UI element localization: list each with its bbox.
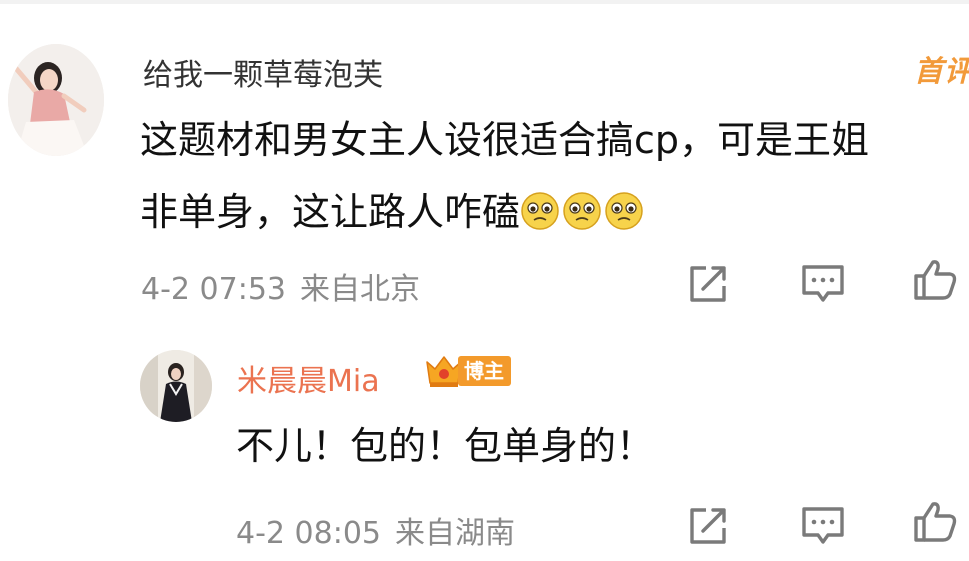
avatar[interactable] xyxy=(8,44,104,156)
blogger-badge-label: 博主 xyxy=(458,356,511,386)
comment-username[interactable]: 给我一颗草莓泡芙 xyxy=(143,50,383,94)
pleading-face-icon xyxy=(563,192,601,230)
pleading-face-icon xyxy=(605,192,643,230)
blogger-badge: 博主 xyxy=(424,352,511,390)
comment-text-line: 非单身，这让路人咋磕 xyxy=(140,176,969,248)
comment-icon[interactable] xyxy=(800,504,846,548)
share-icon[interactable] xyxy=(686,262,732,306)
comment-meta: 4-2 07:53 来自北京 xyxy=(141,264,420,308)
comment-text: 这题材和男女主人设很适合搞cp，可是王姐 非单身，这让路人咋磕 xyxy=(140,104,969,248)
reply-text: 不儿！包的！包单身的！ xyxy=(236,424,655,468)
comment-text-line: 这题材和男女主人设很适合搞cp，可是王姐 xyxy=(140,118,870,162)
reply-location: 来自湖南 xyxy=(395,516,515,551)
comment-text-tail: 非单身，这让路人咋磕 xyxy=(140,190,521,234)
like-icon[interactable] xyxy=(912,500,958,544)
like-icon[interactable] xyxy=(912,258,958,302)
reply-avatar[interactable] xyxy=(140,350,212,422)
share-icon[interactable] xyxy=(686,504,732,548)
first-comment-badge: 首评 xyxy=(914,54,969,88)
top-divider xyxy=(0,0,969,4)
comment-location: 来自北京 xyxy=(300,272,420,307)
pleading-face-icon xyxy=(521,192,559,230)
reply-time: 4-2 08:05 xyxy=(236,516,381,551)
comment-time: 4-2 07:53 xyxy=(141,272,286,307)
comment-icon[interactable] xyxy=(800,262,846,306)
reply-username[interactable]: 米晨晨Mia xyxy=(237,356,380,400)
reply-meta: 4-2 08:05 来自湖南 xyxy=(236,508,515,552)
